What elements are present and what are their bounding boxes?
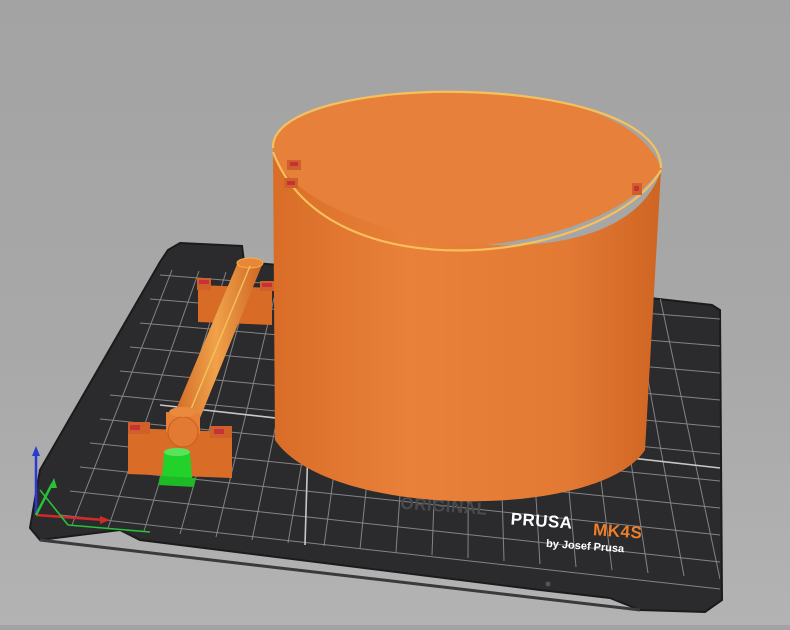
bed-screw-hole	[545, 581, 551, 587]
cylinder-tab-left-top-slot	[290, 162, 298, 166]
cylinder-tab-left-bottom-slot	[287, 181, 295, 185]
scene-svg[interactable]: ORIGINAL PRUSA MK4S by Josef Prusa	[0, 0, 790, 625]
cylinder-tab-right-slot	[634, 186, 639, 191]
cylinder-container[interactable]	[271, 90, 663, 502]
z-axis-arrow-icon	[32, 446, 40, 456]
3d-viewport[interactable]: ORIGINAL PRUSA MK4S by Josef Prusa	[0, 0, 790, 625]
logo-model: MK4S	[592, 520, 642, 542]
